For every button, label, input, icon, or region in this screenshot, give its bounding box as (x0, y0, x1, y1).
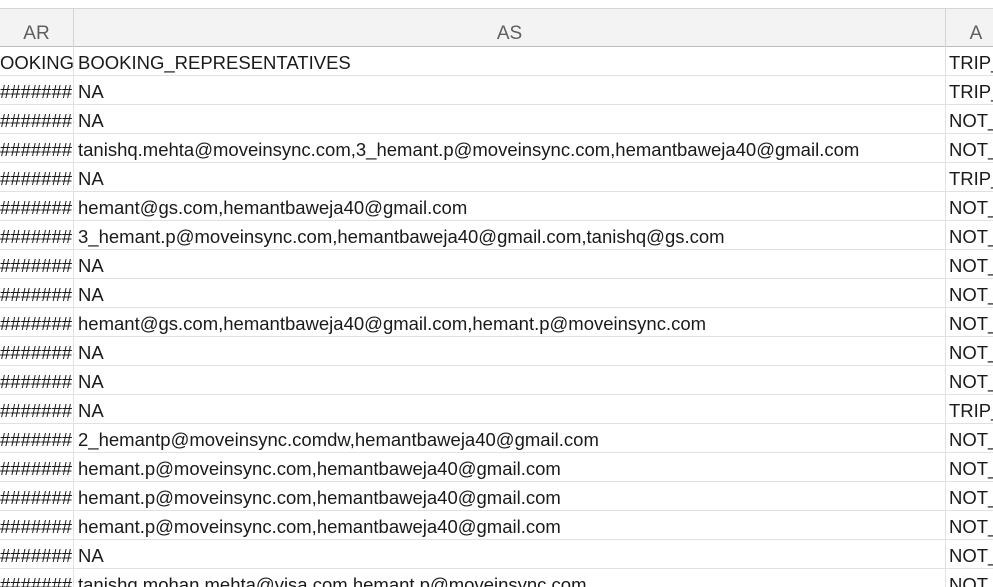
cell-ar[interactable]: ####### (0, 482, 74, 510)
table-row: #######NANOT_ (0, 366, 993, 395)
cell-as[interactable]: BOOKING_REPRESENTATIVES (74, 47, 946, 75)
cell-ar[interactable]: ####### (0, 192, 74, 220)
cell-ar[interactable]: ####### (0, 424, 74, 452)
cell-as[interactable]: NA (74, 105, 946, 133)
table-row: ####### 3_hemant.p@moveinsync.com,hemantb… (0, 221, 993, 250)
cell-as[interactable]: hemant.p@moveinsync.com,hemantbaweja40@g… (74, 511, 946, 539)
cell-as[interactable]: NA (74, 395, 946, 423)
table-row: ####### hemant.p@moveinsync.com,hemantbaw… (0, 453, 993, 482)
cell-as[interactable]: NA (74, 76, 946, 104)
cell-at[interactable]: NOT_ (946, 511, 993, 539)
table-row: #######NANOT_ (0, 337, 993, 366)
cell-at[interactable]: TRIP_ (946, 47, 993, 75)
table-row: #######NANOT_ (0, 540, 993, 569)
toolbar-strip (0, 0, 993, 8)
cell-as[interactable]: NA (74, 366, 946, 394)
table-row: ####### hemant.p@moveinsync.com,hemantbaw… (0, 511, 993, 540)
column-header-at[interactable]: A (946, 9, 993, 47)
cell-as[interactable]: hemant.p@moveinsync.com,hemantbaweja40@g… (74, 482, 946, 510)
cell-at[interactable]: NOT_ (946, 569, 993, 587)
table-row: #######NATRIP_ (0, 76, 993, 105)
cell-ar[interactable]: ####### (0, 134, 74, 162)
table-row: ####### tanishq.mehta@moveinsync.com,3_he… (0, 134, 993, 163)
table-row: ####### hemant@gs.com,hemantbaweja40@gmai… (0, 308, 993, 337)
spreadsheet: AR AS A OOKING_BOOKING_REPRESENTATIVESTR… (0, 0, 993, 587)
cell-at[interactable]: TRIP_ (946, 76, 993, 104)
cell-ar[interactable]: ####### (0, 308, 74, 336)
cell-ar[interactable]: ####### (0, 569, 74, 587)
cell-as[interactable]: hemant.p@moveinsync.com,hemantbaweja40@g… (74, 453, 946, 481)
table-row: #######NATRIP_ (0, 395, 993, 424)
cell-at[interactable]: NOT_ (946, 134, 993, 162)
table-row: ####### hemant@gs.com,hemantbaweja40@gmai… (0, 192, 993, 221)
cell-ar[interactable]: ####### (0, 395, 74, 423)
cell-ar[interactable]: ####### (0, 221, 74, 249)
table-row: ####### 2_hemantp@moveinsync.comdw,hemant… (0, 424, 993, 453)
table-row: OOKING_BOOKING_REPRESENTATIVESTRIP_ (0, 47, 993, 76)
cell-ar[interactable]: ####### (0, 453, 74, 481)
cell-at[interactable]: NOT_ (946, 482, 993, 510)
cell-at[interactable]: NOT_ (946, 192, 993, 220)
cell-at[interactable]: NOT_ (946, 105, 993, 133)
cell-as[interactable]: NA (74, 250, 946, 278)
cell-at[interactable]: NOT_ (946, 540, 993, 568)
cell-ar[interactable]: ####### (0, 366, 74, 394)
cell-as[interactable]: 3_hemant.p@moveinsync.com,hemantbaweja40… (74, 221, 946, 249)
table-row: #######NATRIP_ (0, 163, 993, 192)
cell-ar[interactable]: ####### (0, 279, 74, 307)
cell-at[interactable]: TRIP_ (946, 395, 993, 423)
cell-ar[interactable]: ####### (0, 540, 74, 568)
cell-as[interactable]: NA (74, 540, 946, 568)
table-row: #######NANOT_ (0, 105, 993, 134)
cell-ar[interactable]: ####### (0, 250, 74, 278)
column-header-row: AR AS A (0, 8, 993, 47)
cell-ar[interactable]: ####### (0, 163, 74, 191)
column-header-as[interactable]: AS (74, 9, 946, 47)
cell-as[interactable]: NA (74, 279, 946, 307)
cell-as[interactable]: NA (74, 337, 946, 365)
cell-at[interactable]: NOT_ (946, 337, 993, 365)
cell-as[interactable]: hemant@gs.com,hemantbaweja40@gmail.com (74, 192, 946, 220)
cell-grid: OOKING_BOOKING_REPRESENTATIVESTRIP_#####… (0, 47, 993, 587)
cell-as[interactable]: NA (74, 163, 946, 191)
cell-as[interactable]: 2_hemantp@moveinsync.comdw,hemantbaweja4… (74, 424, 946, 452)
cell-ar[interactable]: ####### (0, 105, 74, 133)
table-row: #######NANOT_ (0, 279, 993, 308)
cell-at[interactable]: NOT_ (946, 279, 993, 307)
cell-at[interactable]: NOT_ (946, 453, 993, 481)
table-row: #######NANOT_ (0, 250, 993, 279)
table-row: ####### tanishq.mohan.mehta@visa.com,hema… (0, 569, 993, 587)
cell-at[interactable]: NOT_ (946, 366, 993, 394)
cell-ar[interactable]: ####### (0, 511, 74, 539)
cell-at[interactable]: NOT_ (946, 221, 993, 249)
cell-at[interactable]: NOT_ (946, 250, 993, 278)
table-row: ####### hemant.p@moveinsync.com,hemantbaw… (0, 482, 993, 511)
cell-ar[interactable]: OOKING_ (0, 47, 74, 75)
column-header-ar[interactable]: AR (0, 9, 74, 47)
cell-ar[interactable]: ####### (0, 337, 74, 365)
cell-ar[interactable]: ####### (0, 76, 74, 104)
cell-as[interactable]: tanishq.mehta@moveinsync.com,3_hemant.p@… (74, 134, 946, 162)
cell-at[interactable]: TRIP_ (946, 163, 993, 191)
cell-as[interactable]: hemant@gs.com,hemantbaweja40@gmail.com,h… (74, 308, 946, 336)
cell-as[interactable]: tanishq.mohan.mehta@visa.com,hemant.p@mo… (74, 569, 946, 587)
cell-at[interactable]: NOT_ (946, 424, 993, 452)
cell-at[interactable]: NOT_ (946, 308, 993, 336)
